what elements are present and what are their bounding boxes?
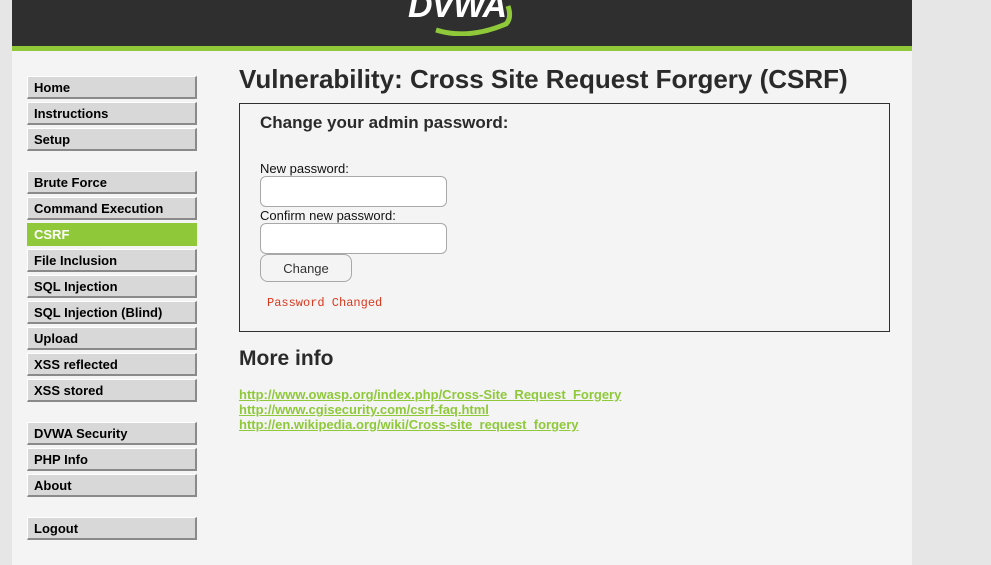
menu-item-brute-force[interactable]: Brute Force (27, 171, 197, 194)
menu-item-php-info[interactable]: PHP Info (27, 448, 197, 471)
menu-item-sql-injection-blind[interactable]: SQL Injection (Blind) (27, 301, 197, 324)
header-bar: DVWA (12, 0, 912, 51)
menu-group-main: Home Instructions Setup (27, 76, 197, 151)
menu-group-vulnerabilities: Brute Force Command Execution CSRF File … (27, 171, 197, 402)
more-info-links: http://www.owasp.org/index.php/Cross-Sit… (239, 387, 621, 432)
menu-item-about[interactable]: About (27, 474, 197, 497)
status-message: Password Changed (267, 296, 383, 310)
page-title: Vulnerability: Cross Site Request Forger… (239, 64, 848, 94)
dvwa-logo[interactable]: DVWA (408, 0, 518, 36)
menu-item-xss-stored[interactable]: XSS stored (27, 379, 197, 402)
menu-item-instructions[interactable]: Instructions (27, 102, 197, 125)
logo-swoosh-icon (435, 5, 513, 36)
confirm-password-label: Confirm new password: (260, 208, 396, 223)
menu-item-xss-reflected[interactable]: XSS reflected (27, 353, 197, 376)
menu-item-sql-injection[interactable]: SQL Injection (27, 275, 197, 298)
new-password-label: New password: (260, 161, 349, 176)
menu-group-info: DVWA Security PHP Info About (27, 422, 197, 497)
menu-item-command-execution[interactable]: Command Execution (27, 197, 197, 220)
link-owasp-csrf[interactable]: http://www.owasp.org/index.php/Cross-Sit… (239, 387, 621, 402)
change-button[interactable]: Change (260, 254, 352, 282)
menu-group-session: Logout (27, 517, 197, 540)
new-password-input[interactable] (260, 176, 447, 207)
main-content: Vulnerability: Cross Site Request Forger… (239, 62, 899, 432)
menu-item-file-inclusion[interactable]: File Inclusion (27, 249, 197, 272)
link-cgisecurity-csrf-faq[interactable]: http://www.cgisecurity.com/csrf-faq.html (239, 402, 621, 417)
menu-item-upload[interactable]: Upload (27, 327, 197, 350)
menu-item-logout[interactable]: Logout (27, 517, 197, 540)
menu-item-home[interactable]: Home (27, 76, 197, 99)
csrf-form-box: Change your admin password: New password… (239, 103, 890, 332)
menu-item-setup[interactable]: Setup (27, 128, 197, 151)
menu-item-csrf[interactable]: CSRF (27, 223, 197, 246)
more-info-heading: More info (239, 347, 334, 370)
form-heading: Change your admin password: (260, 113, 509, 132)
menu-item-dvwa-security[interactable]: DVWA Security (27, 422, 197, 445)
sidebar-menu: Home Instructions Setup Brute Force Comm… (27, 76, 197, 543)
confirm-password-input[interactable] (260, 223, 447, 254)
page-container: DVWA Home Instructions Setup Brute Force… (12, 0, 912, 565)
link-wikipedia-csrf[interactable]: http://en.wikipedia.org/wiki/Cross-site_… (239, 417, 621, 432)
